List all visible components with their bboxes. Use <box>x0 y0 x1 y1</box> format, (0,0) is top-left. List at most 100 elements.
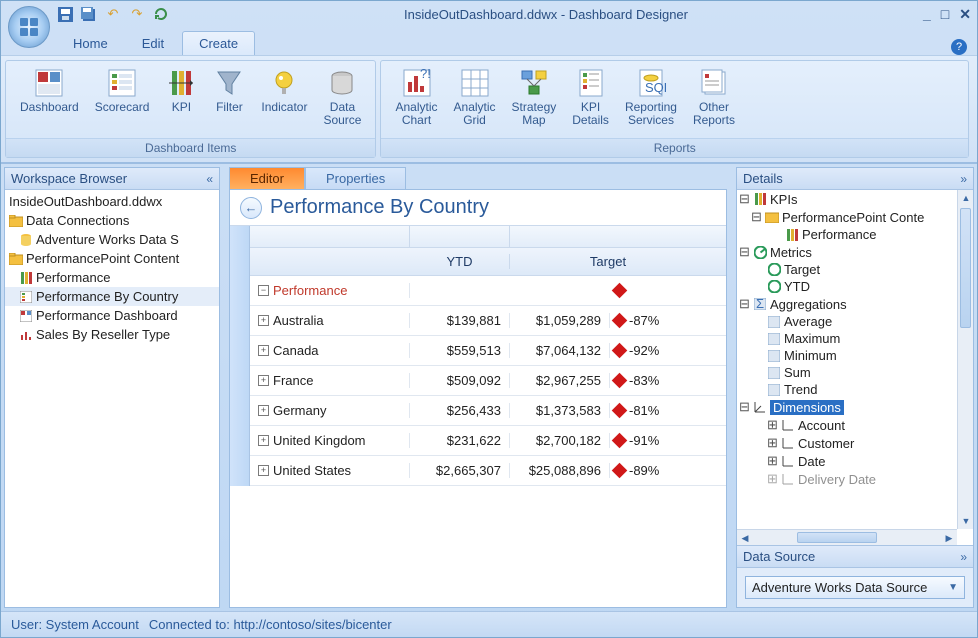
tree-average[interactable]: Average <box>737 313 973 330</box>
tree-trend[interactable]: Trend <box>737 381 973 398</box>
expand-icon[interactable] <box>258 315 269 326</box>
tree-perf-dashboard[interactable]: Performance Dashboard <box>5 306 219 325</box>
collapse-icon[interactable]: ⊟ <box>751 209 762 225</box>
tree-dimensions[interactable]: ⊟Dimensions <box>737 398 973 416</box>
expand-icon[interactable] <box>258 435 269 446</box>
tree-aggregations[interactable]: ⊟ΣAggregations <box>737 295 973 313</box>
table-row[interactable]: France$509,092$2,967,255-83% <box>250 366 726 396</box>
window-title: InsideOutDashboard.ddwx - Dashboard Desi… <box>169 7 923 22</box>
row-selector-column[interactable] <box>230 226 250 486</box>
collapse-icon[interactable]: ⊟ <box>739 399 750 415</box>
tree-date[interactable]: ⊞Date <box>737 452 973 470</box>
expand-icon[interactable] <box>258 465 269 476</box>
table-row[interactable]: Germany$256,433$1,373,583-81% <box>250 396 726 426</box>
save-icon[interactable] <box>57 6 73 22</box>
diamond-red-icon <box>612 313 628 329</box>
refresh-icon[interactable] <box>153 6 169 22</box>
tree-sales-by-reseller[interactable]: Sales By Reseller Type <box>5 325 219 344</box>
expand-icon[interactable]: ⊞ <box>767 471 778 487</box>
tree-pp-content[interactable]: PerformancePoint Content <box>5 249 219 268</box>
tree-adventure-works[interactable]: Adventure Works Data S <box>5 230 219 249</box>
close-button[interactable]: ✕ <box>959 6 971 23</box>
scorecard-icon <box>19 290 33 304</box>
collapse-icon[interactable]: ⊟ <box>739 244 750 260</box>
office-orb-button[interactable] <box>8 6 50 48</box>
analytic-chart-button[interactable]: ?!Analytic Chart <box>387 65 445 129</box>
analytic-grid-button[interactable]: Analytic Grid <box>446 65 504 129</box>
help-icon[interactable]: ? <box>951 39 967 55</box>
expand-icon[interactable] <box>258 375 269 386</box>
tree-perf-by-country[interactable]: Performance By Country <box>5 287 219 306</box>
tree-maximum[interactable]: Maximum <box>737 330 973 347</box>
collapse-icon[interactable]: ⊟ <box>739 296 750 312</box>
column-header-ytd[interactable]: YTD <box>410 254 510 269</box>
expand-icon[interactable]: ⊞ <box>767 453 778 469</box>
collapse-right-icon[interactable]: » <box>960 172 967 186</box>
collapse-icon[interactable]: ⊟ <box>739 191 750 207</box>
data-source-dropdown[interactable]: Adventure Works Data Source ▼ <box>745 576 965 599</box>
splitter[interactable] <box>727 164 733 611</box>
collapse-right-icon[interactable]: » <box>960 550 967 564</box>
dim-icon <box>781 418 795 432</box>
tab-edit[interactable]: Edit <box>126 32 180 55</box>
kpi-icon <box>785 228 799 242</box>
back-arrow-icon[interactable]: ← <box>240 197 262 219</box>
tree-sum[interactable]: Sum <box>737 364 973 381</box>
dashboard-button[interactable]: Dashboard <box>12 65 87 116</box>
tree-file[interactable]: InsideOutDashboard.ddwx <box>5 192 219 211</box>
row-performance[interactable]: Performance <box>273 283 347 298</box>
minimize-button[interactable]: _ <box>923 6 931 23</box>
scroll-down-icon[interactable]: ▼ <box>958 513 973 529</box>
maximize-button[interactable]: □ <box>941 6 949 23</box>
strategy-map-button[interactable]: Strategy Map <box>504 65 565 129</box>
expand-icon[interactable] <box>258 405 269 416</box>
reporting-services-button[interactable]: SQLReporting Services <box>617 65 685 129</box>
tree-pp-content[interactable]: ⊟PerformancePoint Conte <box>737 208 973 226</box>
collapse-icon[interactable] <box>258 285 269 296</box>
data-source-button[interactable]: Data Source <box>315 65 369 129</box>
table-row[interactable]: Australia$139,881$1,059,289-87% <box>250 306 726 336</box>
ribbon: Dashboard Scorecard KPI Filter Indicator… <box>1 55 977 163</box>
table-row[interactable]: Canada$559,513$7,064,132-92% <box>250 336 726 366</box>
horizontal-scrollbar[interactable]: ◀ ▶ <box>737 529 957 545</box>
scroll-thumb[interactable] <box>960 208 971 328</box>
indicator-button[interactable]: Indicator <box>253 65 315 116</box>
tree-metrics[interactable]: ⊟Metrics <box>737 243 973 261</box>
kpi-button[interactable]: KPI <box>157 65 205 116</box>
other-reports-button[interactable]: Other Reports <box>685 65 743 129</box>
scroll-left-icon[interactable]: ◀ <box>737 530 753 545</box>
expand-icon[interactable]: ⊞ <box>767 417 778 433</box>
tree-customer[interactable]: ⊞Customer <box>737 434 973 452</box>
expand-icon[interactable] <box>258 345 269 356</box>
expand-icon[interactable]: ⊞ <box>767 435 778 451</box>
tree-performance-kpi[interactable]: Performance <box>737 226 973 243</box>
tree-ytd[interactable]: YTD <box>737 278 973 295</box>
tree-delivery-date[interactable]: ⊞Delivery Date <box>737 470 973 488</box>
table-row[interactable]: United States$2,665,307$25,088,896-89% <box>250 456 726 486</box>
scroll-up-icon[interactable]: ▲ <box>958 190 973 206</box>
save-all-icon[interactable] <box>81 6 97 22</box>
diamond-red-icon <box>612 343 628 359</box>
tab-home[interactable]: Home <box>57 32 124 55</box>
scorecard-button[interactable]: Scorecard <box>87 65 158 116</box>
tree-minimum[interactable]: Minimum <box>737 347 973 364</box>
tab-create[interactable]: Create <box>182 31 255 55</box>
tree-data-connections[interactable]: Data Connections <box>5 211 219 230</box>
scroll-right-icon[interactable]: ▶ <box>941 530 957 545</box>
tree-target[interactable]: Target <box>737 261 973 278</box>
redo-icon[interactable]: ↷ <box>129 6 145 22</box>
collapse-left-icon[interactable]: « <box>206 172 213 186</box>
chart-icon: ?! <box>401 67 433 99</box>
filter-button[interactable]: Filter <box>205 65 253 116</box>
kpi-details-button[interactable]: KPI Details <box>564 65 617 129</box>
tab-editor[interactable]: Editor <box>229 167 305 189</box>
scroll-thumb[interactable] <box>797 532 877 543</box>
table-row[interactable]: United Kingdom$231,622$2,700,182-91% <box>250 426 726 456</box>
undo-icon[interactable]: ↶ <box>105 6 121 22</box>
column-header-target[interactable]: Target <box>510 254 706 269</box>
tree-account[interactable]: ⊞Account <box>737 416 973 434</box>
tab-properties[interactable]: Properties <box>305 167 406 189</box>
tree-performance[interactable]: Performance <box>5 268 219 287</box>
vertical-scrollbar[interactable]: ▲ ▼ <box>957 190 973 529</box>
tree-kpis[interactable]: ⊟KPIs <box>737 190 973 208</box>
